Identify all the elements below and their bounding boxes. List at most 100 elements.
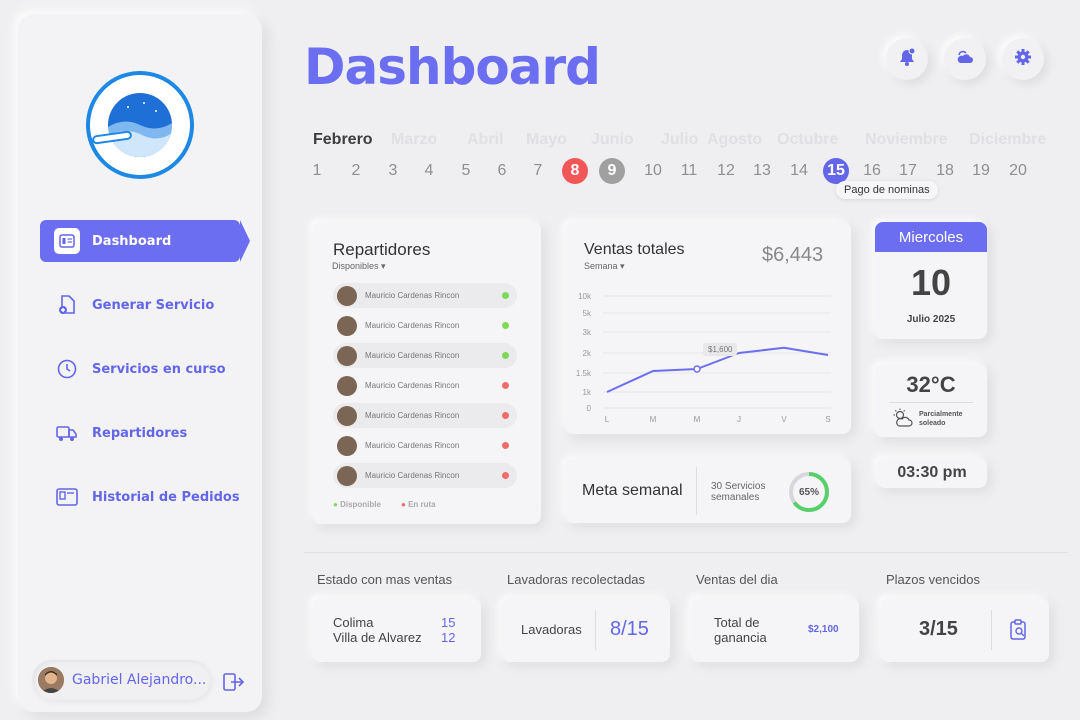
repartidor-name: Mauricio Cardenas Rincon (365, 471, 460, 480)
partly-sunny-icon (892, 408, 914, 433)
repartidor-row[interactable]: Mauricio Cardenas Rincon (333, 403, 517, 428)
day-20[interactable]: 20 (1005, 158, 1031, 184)
month-noviembre[interactable]: Noviembre (865, 131, 948, 149)
app-logo (86, 71, 194, 179)
repartidor-name: Mauricio Cardenas Rincon (365, 351, 460, 360)
day-5[interactable]: 5 (453, 158, 479, 184)
chevron-down-icon: ▾ (381, 261, 386, 271)
ventas-dia-name: Total de ganancia (714, 615, 767, 645)
meta-card: Meta semanal 30 Servicios semanales 65% (565, 459, 851, 523)
add-document-icon (54, 292, 80, 318)
day-6[interactable]: 6 (489, 158, 515, 184)
day-2[interactable]: 2 (343, 158, 369, 184)
status-dot (502, 382, 509, 389)
x-tick-label: M (694, 415, 701, 424)
month-abril[interactable]: Abril (467, 131, 503, 149)
day-8[interactable]: 8 (562, 158, 588, 184)
sidebar: Dashboard Generar Servicio Servicios en … (18, 14, 262, 712)
estado-row-value: 15 (441, 615, 456, 630)
legend-route: ● En ruta (401, 500, 436, 509)
weather-icon (955, 49, 975, 70)
day-12[interactable]: 12 (713, 158, 739, 184)
repartidor-name: Mauricio Cardenas Rincon (365, 321, 460, 330)
day-7[interactable]: 7 (525, 158, 551, 184)
repartidor-row[interactable]: Mauricio Cardenas Rincon (333, 283, 517, 308)
settings-button[interactable] (1002, 38, 1044, 80)
logout-icon[interactable] (222, 671, 246, 693)
nav-label: Dashboard (92, 233, 172, 249)
clipboard-search-icon[interactable] (1009, 619, 1029, 646)
weather-desc: Parcialmente soleado (919, 411, 963, 427)
month-agosto[interactable]: Agosto (707, 131, 762, 149)
day-14[interactable]: 14 (786, 158, 812, 184)
meta-title: Meta semanal (582, 482, 683, 499)
nav-label: Generar Servicio (92, 297, 215, 313)
x-tick-label: L (605, 415, 610, 424)
nav-repartidores[interactable]: Repartidores (40, 412, 240, 454)
x-tick-label: V (781, 415, 787, 424)
divider (991, 610, 992, 650)
day-9[interactable]: 9 (599, 158, 625, 184)
nav-generar-servicio[interactable]: Generar Servicio (40, 284, 240, 326)
divider (595, 610, 596, 650)
repartidores-title: Repartidores (333, 240, 431, 259)
day-tooltip: Pago de nominas (836, 181, 938, 199)
chart-tooltip: $1,600 (703, 343, 738, 356)
user-profile[interactable]: Gabriel Alejandro... (32, 660, 210, 700)
data-point[interactable] (693, 365, 701, 373)
month-marzo[interactable]: Marzo (391, 131, 437, 149)
status-dot (502, 352, 509, 359)
month-mayo[interactable]: Mayo (526, 131, 567, 149)
avatar (337, 345, 357, 366)
nav-servicios-en-curso[interactable]: Servicios en curso (40, 348, 240, 390)
estado-row-name: Villa de Alvarez (333, 630, 422, 645)
month-julio[interactable]: Julio (661, 131, 698, 149)
y-tick-label: 1k (583, 388, 592, 397)
avatar (337, 375, 357, 396)
divider (889, 402, 973, 403)
day-10[interactable]: 10 (640, 158, 666, 184)
ventas-chart: 10k 5k 3k 2k 1.5k 1k 0 L M M J V S (576, 292, 831, 424)
estado-label: Estado con mas ventas (317, 572, 453, 587)
ventas-dia-card: Total de ganancia $2,100 (691, 598, 859, 662)
x-tick-label: J (737, 415, 741, 424)
y-tick-label: 2k (583, 349, 592, 358)
repartidor-row[interactable]: Mauricio Cardenas Rincon (333, 343, 517, 368)
nav-dashboard[interactable]: Dashboard (40, 220, 250, 262)
repartidor-row[interactable]: Mauricio Cardenas Rincon (333, 313, 517, 338)
page-title: Dashboard (304, 38, 601, 96)
month-febrero[interactable]: Febrero (313, 131, 373, 149)
month-junio[interactable]: Junio (591, 131, 634, 149)
notification-button[interactable] (886, 38, 928, 80)
meta-percent: 65% (798, 487, 819, 498)
divider (696, 467, 697, 515)
day-3[interactable]: 3 (380, 158, 406, 184)
day-19[interactable]: 19 (968, 158, 994, 184)
avatar (337, 285, 357, 306)
day-11[interactable]: 11 (676, 158, 702, 184)
settings-icon (1014, 48, 1032, 71)
day-13[interactable]: 13 (749, 158, 775, 184)
repartidor-name: Mauricio Cardenas Rincon (365, 291, 460, 300)
day-1[interactable]: 1 (304, 158, 330, 184)
estado-row-name: Colima (333, 615, 374, 630)
date-card: Miercoles 10 Julio 2025 (875, 222, 987, 339)
repartidores-filter[interactable]: Disponibles ▾ (332, 261, 386, 272)
repartidores-card: Repartidores Disponibles ▾ Mauricio Card… (313, 222, 541, 524)
month-diciembre[interactable]: Diciembre (969, 131, 1046, 149)
repartidor-row[interactable]: Mauricio Cardenas Rincon (333, 373, 517, 398)
x-tick-label: M (650, 415, 657, 424)
month-octubre[interactable]: Octubre (777, 131, 838, 149)
repartidor-row[interactable]: Mauricio Cardenas Rincon (333, 433, 517, 458)
weather-button[interactable] (944, 38, 986, 80)
washing-machine-icon (108, 93, 172, 157)
status-dot (502, 472, 509, 479)
user-name: Gabriel Alejandro... (72, 672, 207, 688)
repartidor-row[interactable]: Mauricio Cardenas Rincon (333, 463, 517, 488)
day-4[interactable]: 4 (416, 158, 442, 184)
day-18[interactable]: 18 (932, 158, 958, 184)
dashboard-icon (54, 228, 80, 254)
ventas-dia-label: Ventas del dia (696, 572, 778, 587)
nav-historial-pedidos[interactable]: Historial de Pedidos (40, 476, 240, 518)
date-day-name: Miercoles (875, 222, 987, 252)
